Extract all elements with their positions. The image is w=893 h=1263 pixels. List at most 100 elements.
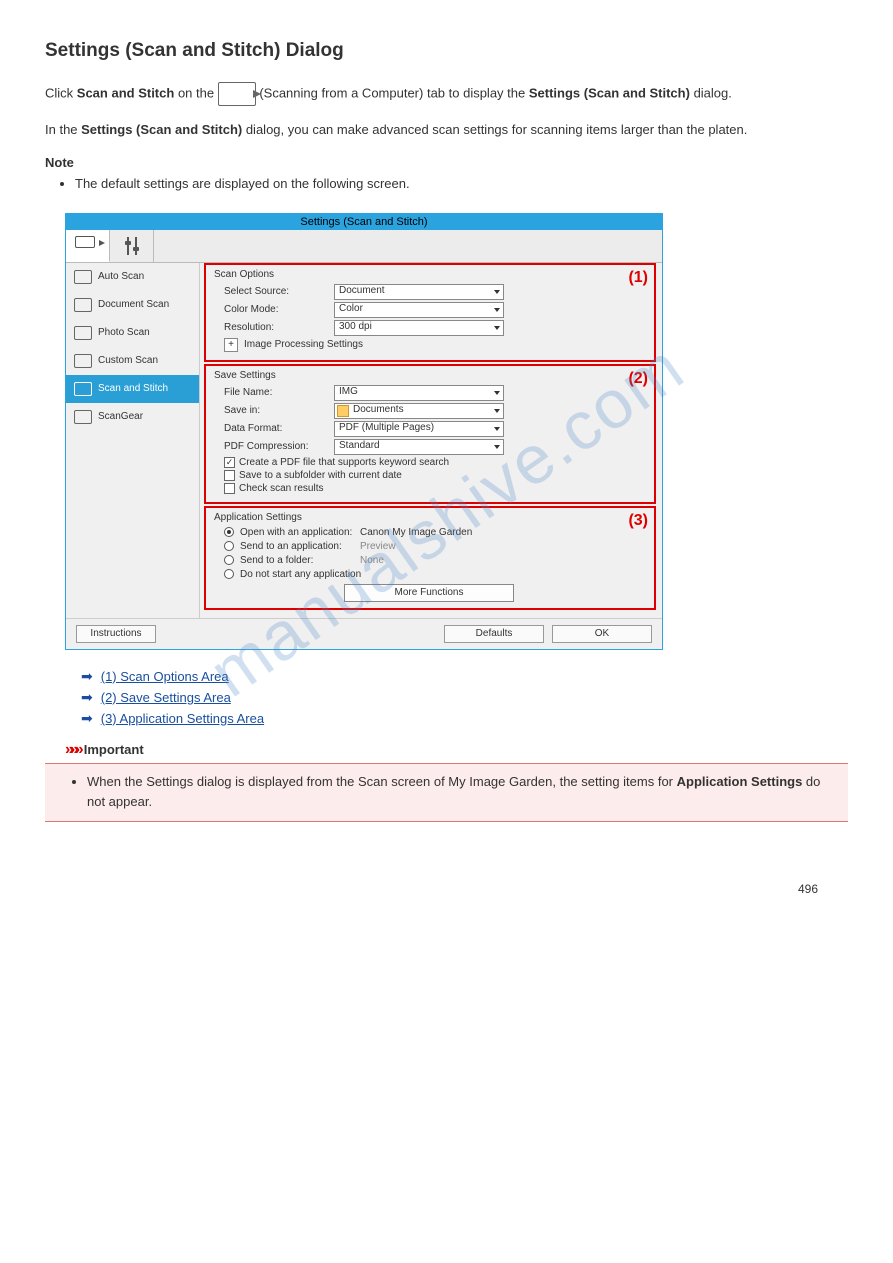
intro-text: (Scanning from a Computer) tab to displa… [259,85,529,100]
tab-general-settings[interactable] [110,230,154,262]
resolution-label: Resolution: [214,322,334,333]
note-item: The default settings are displayed on th… [75,174,848,195]
doc-icon [74,382,92,396]
link-application-settings[interactable]: (3) Application Settings Area [101,711,264,726]
file-name-dropdown[interactable]: IMG [334,385,504,401]
callout-2: (2) [628,370,648,388]
sidebar: Auto Scan Document Scan Photo Scan Custo… [66,263,200,618]
select-value: Preview [360,541,396,552]
sidebar-item-photo-scan[interactable]: Photo Scan [66,319,199,347]
intro-paragraph-2: In the Settings (Scan and Stitch) dialog… [45,120,848,141]
keyword-pdf-checkbox[interactable]: ✓ [224,457,235,468]
important-label: Important [84,742,144,757]
subfolder-checkbox[interactable] [224,470,235,481]
page-title: Settings (Scan and Stitch) Dialog [45,40,848,62]
color-mode-dropdown[interactable]: Color [334,302,504,318]
select-value: Color [339,303,363,314]
intro-bold-scan-and-stitch: Scan and Stitch [77,85,175,100]
sidebar-item-custom-scan[interactable]: Custom Scan [66,347,199,375]
link-save-settings[interactable]: (2) Save Settings Area [101,690,231,705]
send-to-folder-dropdown[interactable]: None [360,555,384,566]
data-format-dropdown[interactable]: PDF (Multiple Pages) [334,421,504,437]
sidebar-item-auto-scan[interactable]: Auto Scan [66,263,199,291]
more-functions-button[interactable]: More Functions [344,584,514,602]
image-processing-label: Image Processing Settings [244,339,363,350]
intro-paragraph-1: Click Scan and Stitch on the (Scanning f… [45,82,848,106]
sidebar-item-document-scan[interactable]: Document Scan [66,291,199,319]
link-scan-options[interactable]: (1) Scan Options Area [101,669,229,684]
scan-options-section: (1) Scan Options Select Source: Document… [204,263,656,362]
sidebar-item-label: Photo Scan [98,327,150,338]
save-in-dropdown[interactable]: Documents [334,403,504,419]
dialog-titlebar: Settings (Scan and Stitch) [66,214,662,230]
dialog-button-row: Instructions Defaults OK [66,618,662,649]
dialog-tabbar [66,230,662,263]
sidebar-item-label: Scan and Stitch [98,383,168,394]
subfolder-label: Save to a subfolder with current date [239,470,402,481]
intro-text: on the [178,85,218,100]
settings-content: (1) Scan Options Select Source: Document… [200,263,662,618]
intro-text: In the Settings (Scan and Stitch) dialog… [45,122,747,137]
intro-text: dialog. [694,85,732,100]
select-value: Standard [339,440,380,451]
send-to-folder-radio[interactable] [224,555,234,565]
select-value: None [360,555,384,566]
important-box: When the Settings dialog is displayed fr… [45,763,848,823]
sidebar-item-scan-and-stitch[interactable]: Scan and Stitch [66,375,199,403]
send-to-folder-label: Send to a folder: [240,555,354,566]
save-settings-section: (2) Save Settings File Name: IMG Save in… [204,364,656,504]
arrow-right-icon: ➡ [81,689,93,706]
sidebar-item-scangear[interactable]: ScanGear [66,403,199,431]
select-value: Documents [353,404,404,415]
select-value: IMG [339,386,358,397]
send-to-app-dropdown[interactable]: Preview [360,541,396,552]
open-with-app-radio[interactable] [224,527,234,537]
monitor-arrow-icon [218,82,256,106]
link-row: ➡ (1) Scan Options Area [81,668,848,685]
select-value: 300 dpi [339,321,372,332]
file-name-label: File Name: [214,387,334,398]
instructions-button[interactable]: Instructions [76,625,156,643]
check-results-checkbox[interactable] [224,483,235,494]
intro-text: Click [45,85,77,100]
section-header: Application Settings [214,512,646,523]
data-format-label: Data Format: [214,423,334,434]
keyword-pdf-label: Create a PDF file that supports keyword … [239,457,449,468]
send-to-app-label: Send to an application: [240,541,354,552]
page-number: 496 [45,882,848,896]
pdf-compression-dropdown[interactable]: Standard [334,439,504,455]
link-row: ➡ (2) Save Settings Area [81,689,848,706]
tab-scan-from-computer[interactable] [66,230,110,262]
sidebar-item-label: Custom Scan [98,355,158,366]
save-in-label: Save in: [214,405,334,416]
open-with-app-label: Open with an application: [240,527,354,538]
select-source-dropdown[interactable]: Document [334,284,504,300]
important-item: When the Settings dialog is displayed fr… [87,772,830,814]
select-source-label: Select Source: [214,286,334,297]
arrow-right-icon: ➡ [81,668,93,685]
application-settings-section: (3) Application Settings Open with an ap… [204,506,656,610]
no-app-label: Do not start any application [240,569,361,580]
important-header: »»» Important [65,741,848,759]
send-to-app-radio[interactable] [224,541,234,551]
select-value: PDF (Multiple Pages) [339,422,434,433]
select-value: Canon My Image Garden [360,527,472,538]
resolution-dropdown[interactable]: 300 dpi [334,320,504,336]
doc-icon [74,298,92,312]
expand-image-processing-button[interactable]: + [224,338,238,352]
defaults-button[interactable]: Defaults [444,625,544,643]
color-mode-label: Color Mode: [214,304,334,315]
open-with-app-dropdown[interactable]: Canon My Image Garden [360,527,472,538]
doc-icon [74,270,92,284]
check-results-label: Check scan results [239,483,323,494]
doc-icon [74,326,92,340]
no-app-radio[interactable] [224,569,234,579]
ok-button[interactable]: OK [552,625,652,643]
folder-icon [337,405,349,417]
sidebar-item-label: Auto Scan [98,271,144,282]
sidebar-item-label: Document Scan [98,299,169,310]
callout-3: (3) [628,512,648,530]
pdf-compression-label: PDF Compression: [214,441,334,452]
note-list: The default settings are displayed on th… [75,174,848,195]
sidebar-item-label: ScanGear [98,411,143,422]
